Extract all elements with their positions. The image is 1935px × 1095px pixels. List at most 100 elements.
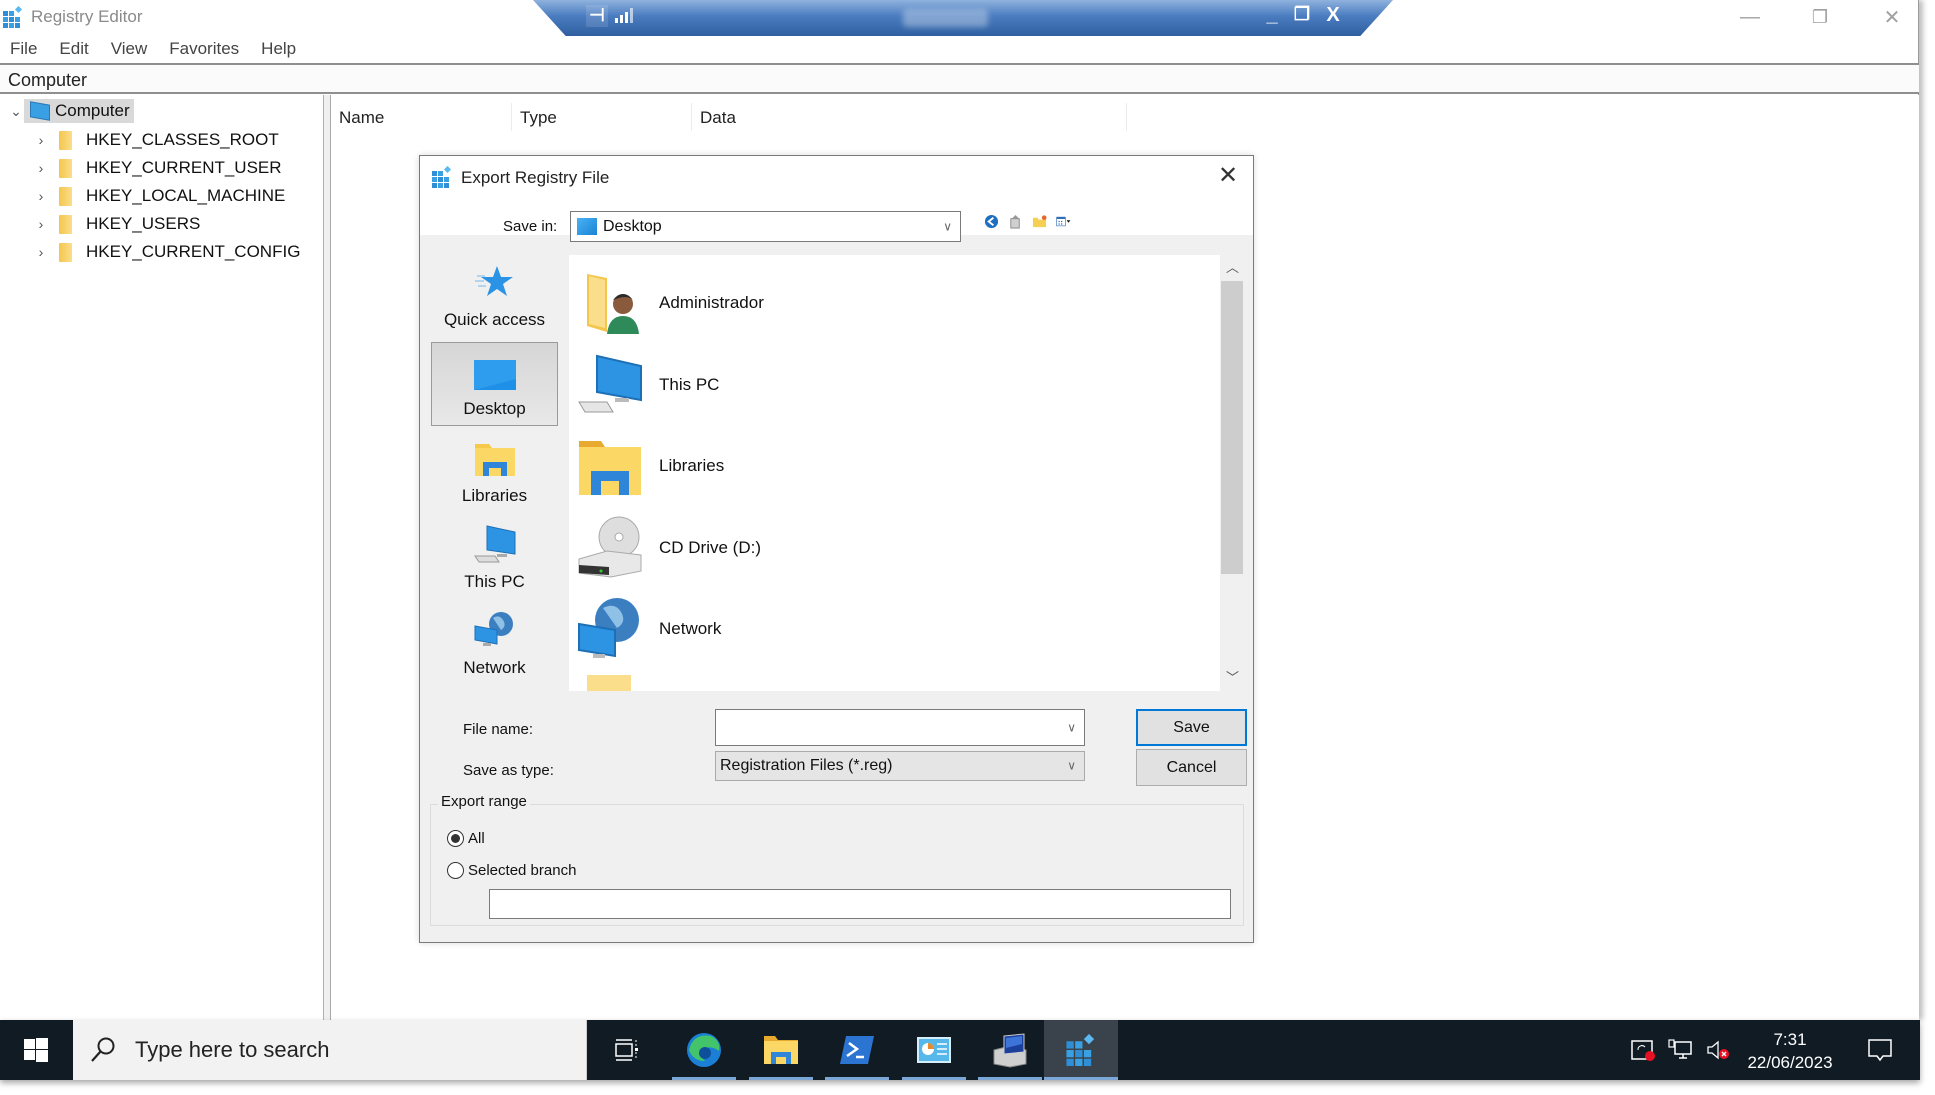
radio-button-unchecked[interactable]: [447, 862, 464, 879]
file-item-partial[interactable]: [577, 675, 631, 691]
network-status-icon: [1668, 1039, 1692, 1059]
rdp-close-button[interactable]: X: [1321, 4, 1345, 27]
dialog-title: Export Registry File: [461, 168, 610, 187]
save-as-type-dropdown[interactable]: Registration Files (*.reg) ∨: [715, 751, 1085, 781]
tree-item-computer[interactable]: ⌄ Computer: [8, 98, 134, 124]
window-title: Registry Editor: [31, 7, 143, 26]
clock-date: 22/06/2023: [1747, 1053, 1833, 1072]
chevron-down-icon[interactable]: ⌄: [8, 103, 24, 120]
file-item-libraries[interactable]: Libraries: [577, 430, 724, 502]
chevron-right-icon[interactable]: ›: [33, 216, 49, 232]
taskbar-edge[interactable]: [666, 1020, 742, 1080]
dialog-close-button[interactable]: ✕: [1213, 162, 1243, 190]
restore-icon: ❐: [1811, 6, 1829, 27]
place-quick-access[interactable]: Quick access: [431, 252, 558, 336]
action-center-button[interactable]: [1855, 1020, 1905, 1080]
menu-favorites[interactable]: Favorites: [158, 36, 250, 62]
save-in-label: Save in:: [503, 218, 558, 235]
back-icon[interactable]: [984, 214, 999, 229]
pin-icon[interactable]: ⊣: [586, 5, 608, 27]
signal-strength-icon[interactable]: [615, 8, 633, 23]
taskbar-remote-desktop-services[interactable]: [972, 1020, 1048, 1080]
column-header-type[interactable]: Type: [512, 103, 692, 131]
place-label: This PC: [464, 572, 525, 591]
scroll-up-icon[interactable]: ︿: [1220, 257, 1245, 279]
chevron-down-icon: ∨: [1067, 758, 1076, 773]
place-this-pc[interactable]: This PC: [431, 514, 558, 598]
taskbar-file-explorer[interactable]: [743, 1020, 819, 1080]
restore-icon: ❐: [1293, 4, 1311, 24]
file-item-administrador[interactable]: Administrador: [577, 267, 764, 339]
chevron-right-icon[interactable]: ›: [33, 244, 49, 260]
file-item-this-pc[interactable]: This PC: [577, 349, 719, 421]
desktop-icon: [473, 360, 516, 390]
close-icon: X: [1326, 4, 1340, 26]
cancel-button[interactable]: Cancel: [1136, 749, 1247, 786]
close-icon: ✕: [1883, 6, 1901, 29]
chevron-right-icon[interactable]: ›: [33, 188, 49, 204]
file-item-network[interactable]: Network: [577, 593, 721, 665]
tree-item-hkcu[interactable]: › HKEY_CURRENT_USER: [33, 155, 282, 181]
menu-view[interactable]: View: [100, 36, 159, 62]
taskbar-task-view[interactable]: [589, 1020, 665, 1080]
chevron-right-icon[interactable]: ›: [33, 160, 49, 176]
radio-selected-branch[interactable]: Selected branch: [447, 862, 576, 879]
this-pc-icon: [578, 354, 642, 413]
minimize-button[interactable]: —: [1720, 2, 1780, 32]
place-libraries[interactable]: Libraries: [431, 428, 558, 512]
restore-button[interactable]: ❐: [1790, 2, 1850, 32]
close-button[interactable]: ✕: [1862, 2, 1922, 32]
radio-button-checked[interactable]: [447, 830, 464, 847]
export-range-label: Export range: [438, 793, 530, 810]
column-header-name[interactable]: Name: [331, 103, 512, 131]
user-folder-icon: [587, 274, 639, 334]
new-folder-icon[interactable]: [1032, 214, 1047, 229]
menu-help[interactable]: Help: [250, 36, 307, 62]
tree-item-hkcc[interactable]: › HKEY_CURRENT_CONFIG: [33, 239, 300, 265]
taskbar-search-box[interactable]: Type here to search: [73, 1020, 587, 1080]
place-network[interactable]: Network: [431, 600, 558, 684]
file-list-scrollbar[interactable]: ︿ ﹀: [1220, 255, 1245, 691]
search-icon: [91, 1037, 115, 1062]
scrollbar-thumb[interactable]: [1221, 281, 1243, 574]
menu-edit[interactable]: Edit: [48, 36, 99, 62]
file-name: CD Drive (D:): [659, 538, 761, 557]
taskbar-clock[interactable]: 7:31 22/06/2023: [1735, 1028, 1845, 1074]
cd-drive-icon: [578, 516, 642, 578]
rdp-minimize-button[interactable]: _: [1260, 4, 1284, 27]
chevron-right-icon[interactable]: ›: [33, 132, 49, 148]
file-item-cd-drive[interactable]: CD Drive (D:): [577, 512, 761, 584]
file-name: This PC: [659, 375, 720, 394]
taskbar-control-panel[interactable]: [896, 1020, 972, 1080]
taskbar-powershell[interactable]: [819, 1020, 895, 1080]
menu-file[interactable]: File: [0, 36, 48, 62]
places-bar: Quick access Desktop Libraries This PC N…: [430, 252, 558, 745]
save-in-dropdown[interactable]: Desktop ∨: [570, 211, 961, 242]
tray-network[interactable]: [1662, 1020, 1698, 1080]
tree-item-hku[interactable]: › HKEY_USERS: [33, 211, 200, 237]
selected-branch-input[interactable]: [489, 889, 1231, 919]
clock-time: 7:31: [1773, 1030, 1807, 1049]
address-bar[interactable]: Computer: [0, 63, 1919, 94]
close-icon: ✕: [1217, 162, 1239, 189]
file-name-input[interactable]: ∨: [715, 709, 1085, 746]
column-header-data[interactable]: Data: [692, 103, 1127, 131]
tree-item-hklm[interactable]: › HKEY_LOCAL_MACHINE: [33, 183, 285, 209]
tray-volume[interactable]: [1700, 1020, 1736, 1080]
rdp-restore-button[interactable]: ❐: [1290, 4, 1314, 25]
pane-splitter[interactable]: [324, 95, 331, 1020]
tree-item-hkcr[interactable]: › HKEY_CLASSES_ROOT: [33, 127, 279, 153]
save-button[interactable]: Save: [1136, 709, 1247, 746]
scroll-down-icon[interactable]: ﹀: [1220, 667, 1245, 689]
up-folder-icon[interactable]: [1008, 214, 1023, 229]
radio-all[interactable]: All: [447, 830, 485, 847]
place-desktop[interactable]: Desktop: [431, 342, 558, 426]
chevron-down-icon[interactable]: ∨: [1067, 720, 1076, 734]
file-name: Administrador: [659, 293, 764, 312]
tree-item-label: Computer: [55, 101, 130, 120]
start-button[interactable]: [0, 1020, 72, 1080]
tray-remote-desktop[interactable]: [1625, 1020, 1661, 1080]
taskbar-registry-editor[interactable]: [1044, 1020, 1118, 1080]
view-menu-icon[interactable]: [1056, 214, 1071, 229]
windows-logo-icon: [24, 1038, 48, 1062]
